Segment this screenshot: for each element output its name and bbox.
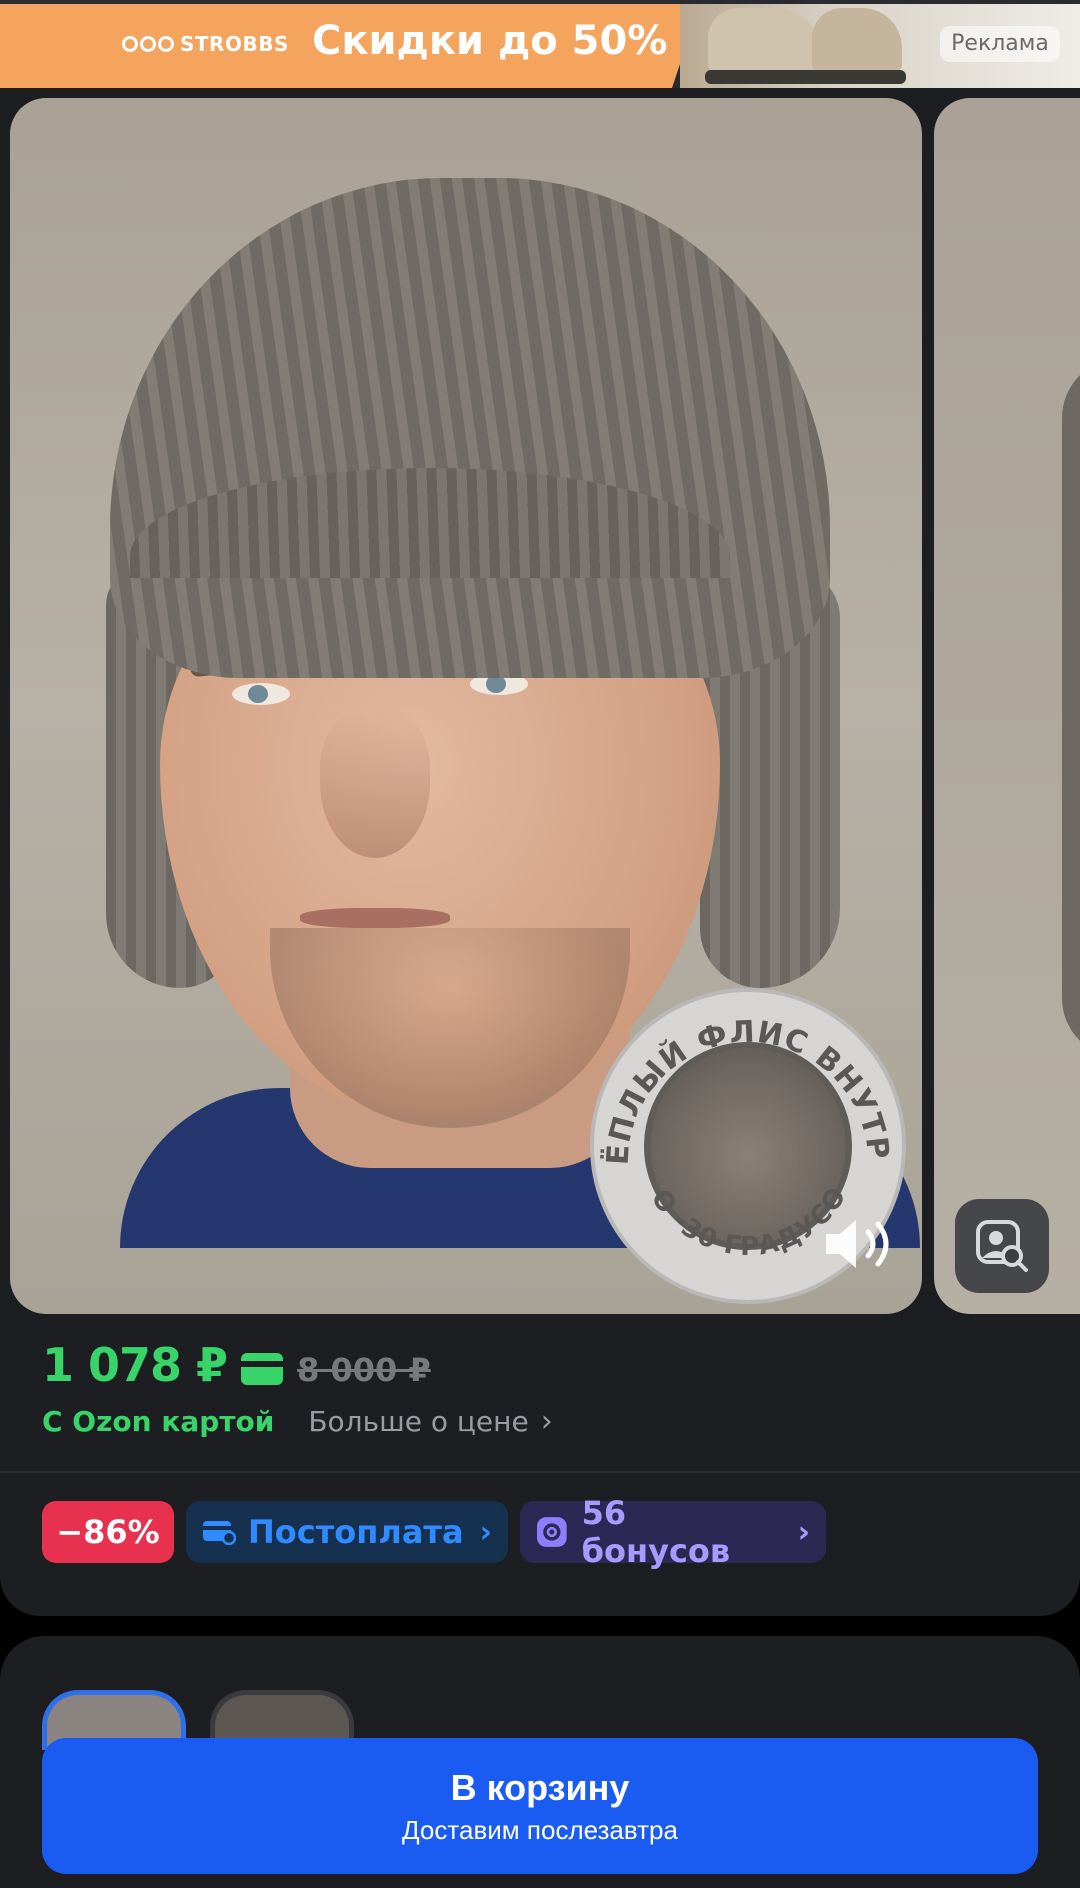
photo-mouth <box>300 908 450 928</box>
discount-label: −86% <box>56 1513 160 1551</box>
photo-eye <box>232 683 290 705</box>
photo-hat <box>110 178 830 678</box>
product-photo[interactable]: ТЁПЛЫЙ ФЛИС ВНУТРИ ДО -30 ГРАДУСОВ <box>10 98 922 1314</box>
ad-banner[interactable]: STROBBS Скидки до 50% Реклама <box>0 0 1080 88</box>
sound-icon[interactable] <box>820 1212 900 1276</box>
chevron-right-icon: › <box>540 1404 553 1439</box>
ad-shoe-sole <box>705 70 825 84</box>
price-current: 1 078 ₽ <box>42 1338 228 1392</box>
ad-shoe-image <box>812 8 902 74</box>
ad-brand: STROBBS <box>122 32 289 56</box>
ad-shoe-image <box>708 8 818 74</box>
ad-headline: Скидки до 50% <box>312 18 668 64</box>
add-to-cart-button[interactable]: В корзину Доставим послезавтра <box>42 1738 1038 1874</box>
ad-label[interactable]: Реклама <box>940 26 1060 62</box>
postpay-button[interactable]: Постоплата › <box>186 1501 508 1563</box>
promo-pills: −86% Постоплата › 56 бонусов › <box>42 1494 826 1570</box>
image-search-button[interactable] <box>955 1199 1049 1293</box>
image-search-icon <box>976 1220 1028 1272</box>
price-old: 8 000 ₽ <box>297 1351 431 1389</box>
card-clock-icon <box>203 1521 236 1545</box>
next-product-photo[interactable] <box>934 98 1080 1314</box>
photo-nose <box>320 708 430 858</box>
postpay-label: Постоплата <box>248 1513 464 1551</box>
price-details: С Ozon картой Больше о цене › <box>42 1404 553 1439</box>
bonus-button[interactable]: 56 бонусов › <box>520 1494 826 1570</box>
divider <box>0 1471 1080 1473</box>
bonus-icon <box>536 1517 567 1547</box>
more-price-label: Больше о цене <box>308 1405 529 1438</box>
ad-shoe-sole <box>810 70 906 84</box>
next-photo-hat <box>1062 358 1080 1058</box>
brand-logo-icon <box>122 36 174 52</box>
svg-text:ТЁПЛЫЙ ФЛИС ВНУТРИ: ТЁПЛЫЙ ФЛИС ВНУТРИ <box>594 992 895 1166</box>
cart-button-subtitle: Доставим послезавтра <box>402 1814 678 1845</box>
cart-button-title: В корзину <box>450 1766 630 1808</box>
chevron-right-icon: › <box>797 1514 810 1550</box>
badge-text-top: ТЁПЛЫЙ ФЛИС ВНУТРИ <box>594 992 894 1166</box>
ad-brand-name: STROBBS <box>180 32 289 56</box>
more-price-link[interactable]: Больше о цене › <box>308 1404 552 1439</box>
ozon-card-icon <box>241 1353 284 1385</box>
chevron-right-icon: › <box>479 1514 492 1550</box>
bonus-label: 56 бонусов <box>581 1494 731 1570</box>
discount-badge: −86% <box>42 1501 174 1563</box>
price-row: 1 078 ₽ 8 000 ₽ <box>42 1338 431 1392</box>
ozon-card-label: С Ozon картой <box>42 1405 275 1438</box>
